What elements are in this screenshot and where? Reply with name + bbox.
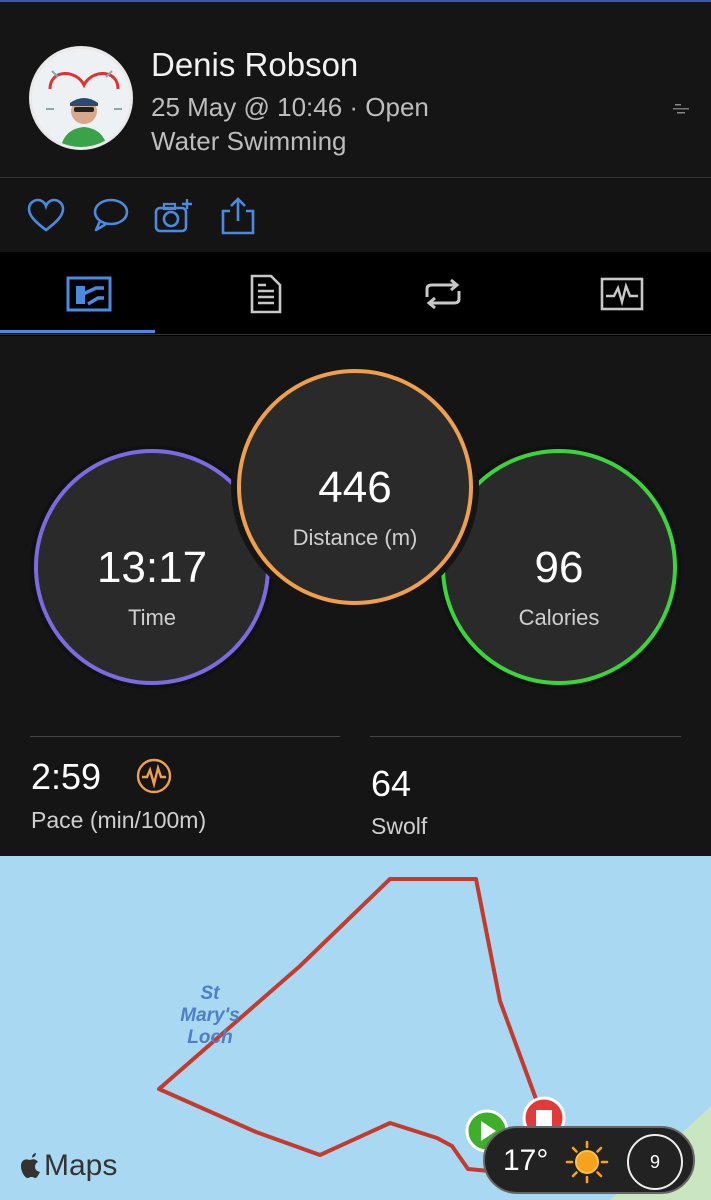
distance-value: 446	[318, 463, 392, 512]
avatar[interactable]	[29, 46, 133, 150]
pace-label: Pace (min/100m)	[31, 807, 207, 833]
distance-label: Distance (m)	[292, 525, 418, 550]
details-icon	[250, 274, 281, 314]
calories-value: 96	[534, 543, 584, 592]
pace-chart-icon[interactable]	[136, 758, 172, 794]
heart-icon[interactable]	[26, 197, 66, 235]
share-icon[interactable]	[218, 197, 258, 235]
swolf-label: Swolf	[371, 813, 428, 839]
add-photo-icon[interactable]	[153, 197, 193, 235]
time-value: 13:17	[96, 543, 208, 592]
distance-ring[interactable]: 446 Distance (m)	[237, 369, 473, 605]
calories-label: Calories	[518, 605, 600, 630]
charts-icon	[600, 277, 643, 311]
swolf-divider	[370, 736, 681, 737]
calories-ring[interactable]: 96 Calories	[441, 449, 677, 685]
time-label: Time	[127, 605, 177, 630]
tab-charts[interactable]	[533, 253, 710, 335]
comment-icon[interactable]	[90, 197, 130, 235]
activity-type: Water Swimming	[151, 126, 347, 156]
action-bar	[0, 178, 711, 252]
maps-provider-label: Maps	[44, 1149, 118, 1182]
loch-label-line: St	[200, 983, 220, 1004]
tab-laps[interactable]	[354, 253, 531, 335]
maps-attribution[interactable]: Maps	[18, 1149, 117, 1183]
activity-date: 25 May @ 10:46 · Open	[151, 92, 429, 122]
loch-label-line: Loch	[187, 1027, 233, 1048]
overview-icon	[66, 276, 111, 312]
more-options-icon[interactable]	[672, 102, 692, 116]
tab-bar	[0, 253, 711, 335]
tab-details[interactable]	[177, 253, 354, 335]
weather-temperature: 17°	[503, 1144, 549, 1177]
activity-header: Denis Robson 25 May @ 10:46 · Open Water…	[0, 2, 711, 177]
user-name[interactable]: Denis Robson	[151, 46, 358, 84]
pace-divider	[30, 736, 340, 737]
pace-value: 2:59	[31, 756, 102, 797]
weather-badge[interactable]: 17° 9	[483, 1126, 695, 1194]
loch-label: St Mary's Loch	[160, 983, 260, 1049]
time-ring[interactable]: 13:17 Time	[34, 449, 270, 685]
air-quality-indicator: 9	[627, 1134, 683, 1190]
tab-selected-indicator	[0, 330, 155, 333]
sun-icon	[565, 1140, 609, 1184]
tab-overview[interactable]	[0, 253, 177, 335]
swolf-value: 64	[371, 763, 412, 804]
laps-icon	[425, 278, 460, 310]
air-quality-value: 9	[649, 1151, 660, 1172]
stats-panel: 13:17 Time 96 Calories 446 Distance (m)	[0, 336, 711, 856]
divider	[0, 334, 711, 335]
apple-logo-icon	[21, 1153, 40, 1178]
loch-label-line: Mary's	[180, 1005, 240, 1026]
